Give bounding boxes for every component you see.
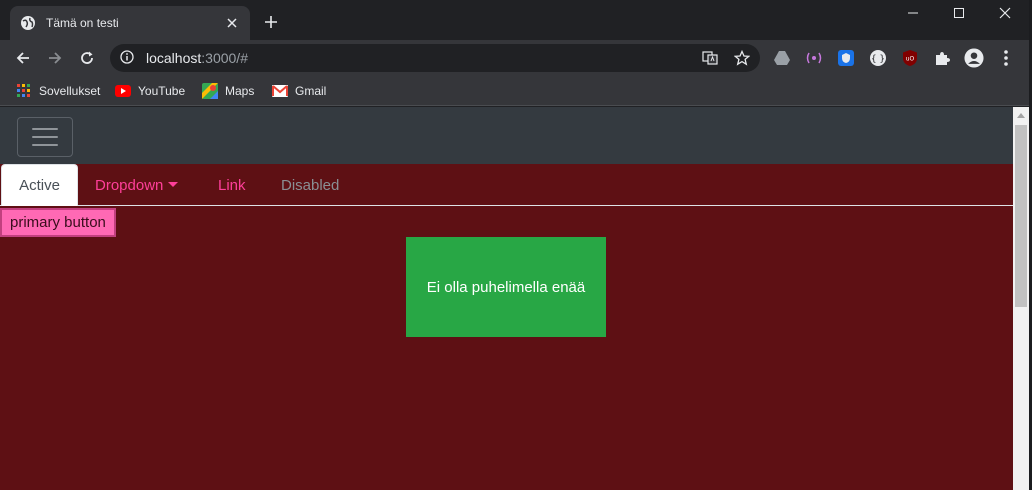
star-bookmark-icon[interactable]: [730, 44, 754, 72]
scroll-up-arrow-icon[interactable]: [1013, 107, 1029, 123]
svg-text:uO: uO: [906, 56, 915, 63]
browser-toolbar: localhost:3000/# { } uO: [0, 40, 1032, 76]
cast-extension-icon[interactable]: [804, 48, 824, 68]
primary-button[interactable]: primary button: [0, 208, 116, 237]
browser-tab[interactable]: Tämä on testi: [10, 6, 250, 40]
info-icon[interactable]: [120, 49, 134, 68]
url-host: localhost: [146, 50, 202, 66]
bookmark-gmail[interactable]: Gmail: [272, 82, 326, 100]
vertical-scrollbar[interactable]: [1013, 107, 1029, 490]
hamburger-menu-button[interactable]: [17, 117, 73, 157]
reload-icon[interactable]: [73, 44, 101, 72]
minimize-window-button[interactable]: [890, 0, 936, 26]
tab-label: Disabled: [281, 176, 340, 194]
tab-link[interactable]: Link: [218, 164, 246, 206]
close-window-button[interactable]: [982, 0, 1028, 26]
hamburger-icon-bar: [32, 144, 58, 146]
braces-extension-icon[interactable]: { }: [868, 48, 888, 68]
green-box-text: Ei olla puhelimella enää: [426, 278, 586, 296]
tab-title: Tämä on testi: [46, 16, 119, 30]
nav-tabs: Active Dropdown Link Disabled: [0, 164, 1013, 206]
shield-extension-icon[interactable]: [836, 48, 856, 68]
hamburger-icon-bar: [32, 136, 58, 138]
browser-titlebar: Tämä on testi: [0, 0, 1032, 40]
close-tab-icon[interactable]: [224, 15, 240, 31]
tab-active[interactable]: Active: [1, 164, 78, 206]
youtube-icon: [115, 83, 131, 99]
url-text: localhost:3000/#: [146, 50, 248, 66]
bookmark-label: Gmail: [295, 84, 327, 98]
globe-icon: [20, 15, 36, 31]
back-arrow-icon[interactable]: [9, 44, 37, 72]
ublock-icon[interactable]: uO: [900, 48, 920, 68]
tab-label: Link: [218, 176, 246, 194]
tab-label: Dropdown: [95, 176, 164, 194]
bookmark-maps[interactable]: Maps: [202, 82, 254, 100]
page-viewport: Active Dropdown Link Disabled primary bu…: [0, 107, 1013, 490]
tab-dropdown[interactable]: Dropdown: [95, 164, 179, 206]
url-path: :3000/#: [201, 50, 248, 66]
tab-disabled: Disabled: [281, 164, 339, 206]
translate-icon[interactable]: [698, 44, 722, 72]
hamburger-icon-bar: [32, 128, 58, 130]
puzzle-extensions-icon[interactable]: [932, 48, 952, 68]
address-bar[interactable]: localhost:3000/#: [110, 44, 760, 72]
gmail-icon: [272, 83, 288, 99]
page-navbar: [0, 107, 1013, 164]
bookmark-apps[interactable]: Sovellukset: [16, 82, 100, 100]
maximize-window-button[interactable]: [936, 0, 982, 26]
profile-avatar-icon[interactable]: [964, 48, 984, 68]
forward-arrow-icon[interactable]: [41, 44, 69, 72]
bookmark-label: Sovellukset: [39, 84, 101, 98]
bookmark-label: Maps: [225, 84, 255, 98]
menu-kebab-icon[interactable]: [996, 48, 1016, 68]
bookmark-label: YouTube: [138, 84, 186, 98]
green-message-box: Ei olla puhelimella enää: [406, 237, 606, 337]
bookmarks-bar: Sovellukset YouTube Maps Gmail: [0, 76, 1032, 106]
new-tab-button[interactable]: [260, 11, 282, 33]
scrollbar-thumb[interactable]: [1015, 125, 1027, 307]
apps-grid-icon: [16, 83, 32, 99]
svg-text:{ }: { }: [871, 55, 885, 65]
bookmark-youtube[interactable]: YouTube: [115, 82, 185, 100]
caret-down-icon: [168, 181, 179, 187]
drive-icon[interactable]: [772, 48, 792, 68]
maps-icon: [202, 83, 218, 99]
tab-label: Active: [19, 176, 60, 194]
